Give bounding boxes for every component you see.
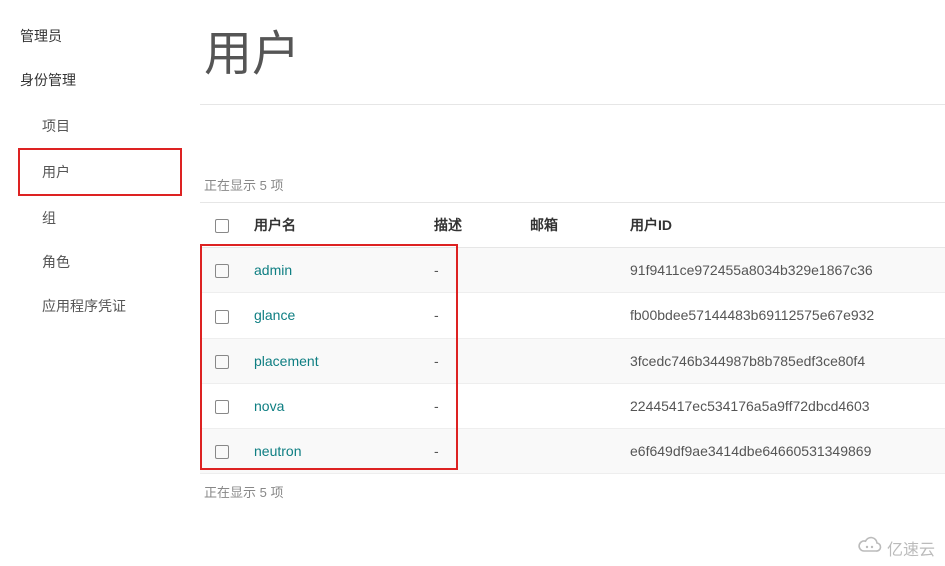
sidebar-item-projects[interactable]: 项目 — [0, 104, 200, 148]
user-link[interactable]: neutron — [254, 443, 301, 459]
row-checkbox[interactable] — [215, 445, 229, 459]
cell-mail — [520, 293, 620, 338]
row-checkbox[interactable] — [215, 355, 229, 369]
header-desc[interactable]: 描述 — [424, 203, 520, 248]
cell-desc: - — [424, 383, 520, 428]
users-table: 用户名 描述 邮箱 用户ID admin - 91f9411ce972455a8… — [200, 202, 945, 474]
cell-desc: - — [424, 293, 520, 338]
cell-userid: 22445417ec534176a5a9ff72dbcd4603 — [620, 383, 945, 428]
layout: 管理员 身份管理 项目 用户 组 角色 应用程序凭证 用户 正在显示 5 项 用… — [0, 0, 945, 566]
sidebar-item-roles[interactable]: 角色 — [0, 240, 200, 284]
watermark: 亿速云 — [857, 536, 935, 560]
cell-userid: e6f649df9ae3414dbe64660531349869 — [620, 429, 945, 474]
main-content: 用户 正在显示 5 项 用户名 描述 邮箱 用户ID admin — [200, 0, 945, 566]
cloud-icon — [857, 536, 883, 560]
user-link[interactable]: glance — [254, 307, 295, 323]
sidebar-item-groups[interactable]: 组 — [0, 196, 200, 240]
item-count-top: 正在显示 5 项 — [200, 175, 945, 194]
row-checkbox[interactable] — [215, 400, 229, 414]
cell-mail — [520, 429, 620, 474]
cell-mail — [520, 383, 620, 428]
user-link[interactable]: placement — [254, 353, 319, 369]
table-header-row: 用户名 描述 邮箱 用户ID — [200, 203, 945, 248]
sidebar: 管理员 身份管理 项目 用户 组 角色 应用程序凭证 — [0, 0, 200, 566]
table-row: nova - 22445417ec534176a5a9ff72dbcd4603 — [200, 383, 945, 428]
sidebar-section-identity[interactable]: 身份管理 — [0, 60, 200, 104]
header-username[interactable]: 用户名 — [244, 203, 424, 248]
cell-userid: 91f9411ce972455a8034b329e1867c36 — [620, 248, 945, 293]
table-row: neutron - e6f649df9ae3414dbe646605313498… — [200, 429, 945, 474]
cell-desc: - — [424, 338, 520, 383]
checkbox-icon[interactable] — [215, 219, 229, 233]
cell-mail — [520, 338, 620, 383]
user-link[interactable]: admin — [254, 262, 292, 278]
header-mail[interactable]: 邮箱 — [520, 203, 620, 248]
watermark-text: 亿速云 — [887, 536, 935, 560]
table-row: admin - 91f9411ce972455a8034b329e1867c36 — [200, 248, 945, 293]
user-link[interactable]: nova — [254, 398, 284, 414]
cell-userid: fb00bdee57144483b69112575e67e932 — [620, 293, 945, 338]
header-userid[interactable]: 用户ID — [620, 203, 945, 248]
select-all-header[interactable] — [200, 203, 244, 248]
cell-desc: - — [424, 248, 520, 293]
sidebar-item-users[interactable]: 用户 — [18, 148, 182, 196]
cell-mail — [520, 248, 620, 293]
row-checkbox[interactable] — [215, 264, 229, 278]
table-row: glance - fb00bdee57144483b69112575e67e93… — [200, 293, 945, 338]
sidebar-item-app-credentials[interactable]: 应用程序凭证 — [0, 284, 200, 328]
item-count-bottom: 正在显示 5 项 — [200, 474, 945, 501]
sidebar-top-category[interactable]: 管理员 — [0, 16, 200, 60]
row-checkbox[interactable] — [215, 310, 229, 324]
page-title: 用户 — [200, 10, 945, 105]
cell-desc: - — [424, 429, 520, 474]
cell-userid: 3fcedc746b344987b8b785edf3ce80f4 — [620, 338, 945, 383]
table-row: placement - 3fcedc746b344987b8b785edf3ce… — [200, 338, 945, 383]
